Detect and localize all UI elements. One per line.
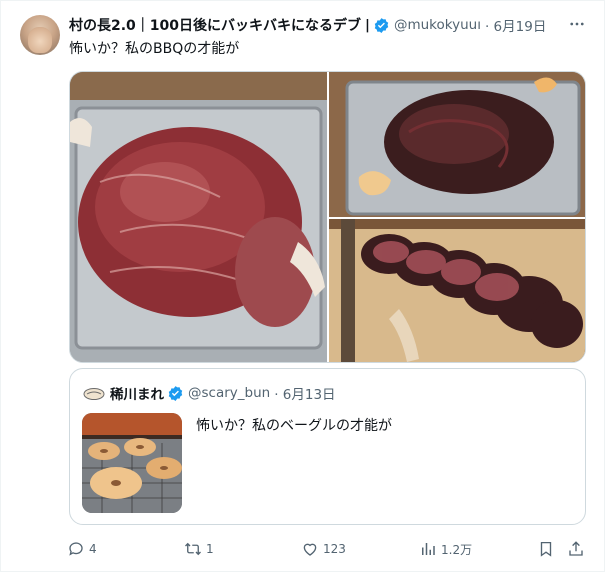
like-count: 123 xyxy=(323,542,346,556)
author-avatar[interactable] xyxy=(20,15,60,55)
author-name-separator: | xyxy=(365,17,370,33)
photo-sliced-meat[interactable] xyxy=(329,219,585,362)
media-grid xyxy=(69,71,586,363)
tweet-header: 村の長2.0｜100日後にバッキバキになるデブ | @mukokyuuı · 6… xyxy=(69,15,569,35)
retweet-button[interactable]: 1 xyxy=(184,537,214,561)
share-button[interactable] xyxy=(567,537,585,561)
more-icon[interactable] xyxy=(567,15,587,35)
views-button[interactable]: 1.2万 xyxy=(419,537,472,561)
tweet-text: 怖いか？私のBBQの才能が xyxy=(69,41,240,57)
author-handle[interactable]: @mukokyuuı xyxy=(394,17,481,33)
bookmark-button[interactable] xyxy=(537,537,555,561)
views-icon xyxy=(422,543,435,555)
reply-icon xyxy=(69,542,83,556)
quoted-tweet-header: 稀川まれ @scary_bun · 6月13日 xyxy=(83,383,336,403)
quoted-timestamp[interactable]: · 6月13日 xyxy=(274,383,335,403)
action-bar: 4 1 123 1.2万 xyxy=(61,537,591,561)
quoted-author-handle[interactable]: @scary_bun xyxy=(188,385,270,401)
quoted-avatar[interactable] xyxy=(83,386,105,400)
like-icon xyxy=(303,543,317,556)
verified-icon xyxy=(373,17,390,34)
quoted-author-name[interactable]: 稀川まれ xyxy=(110,383,164,403)
retweet-count: 1 xyxy=(206,542,214,556)
tweet-timestamp[interactable]: · 6月19日 xyxy=(485,15,546,35)
reply-count: 4 xyxy=(89,542,97,556)
like-button[interactable]: 123 xyxy=(301,537,346,561)
reply-button[interactable]: 4 xyxy=(67,537,97,561)
photo-cooked-meat[interactable] xyxy=(329,72,585,217)
quoted-tweet[interactable]: 稀川まれ @scary_bun · 6月13日 怖いか？私のベーグルの才能が xyxy=(69,368,586,525)
views-count: 1.2万 xyxy=(441,542,473,557)
tweet-card[interactable]: 村の長2.0｜100日後にバッキバキになるデブ | @mukokyuuı · 6… xyxy=(0,0,605,572)
avatar-photo xyxy=(28,27,52,53)
author-name[interactable]: 村の長2.0｜100日後にバッキバキになるデブ xyxy=(69,15,361,35)
retweet-icon xyxy=(185,542,201,556)
share-icon xyxy=(569,541,583,556)
quoted-tweet-text: 怖いか？私のベーグルの才能が xyxy=(196,418,392,434)
bookmark-icon xyxy=(540,541,552,557)
verified-icon xyxy=(167,385,184,402)
quoted-photo-bagels[interactable] xyxy=(82,413,182,513)
photo-raw-meat[interactable] xyxy=(70,72,327,362)
